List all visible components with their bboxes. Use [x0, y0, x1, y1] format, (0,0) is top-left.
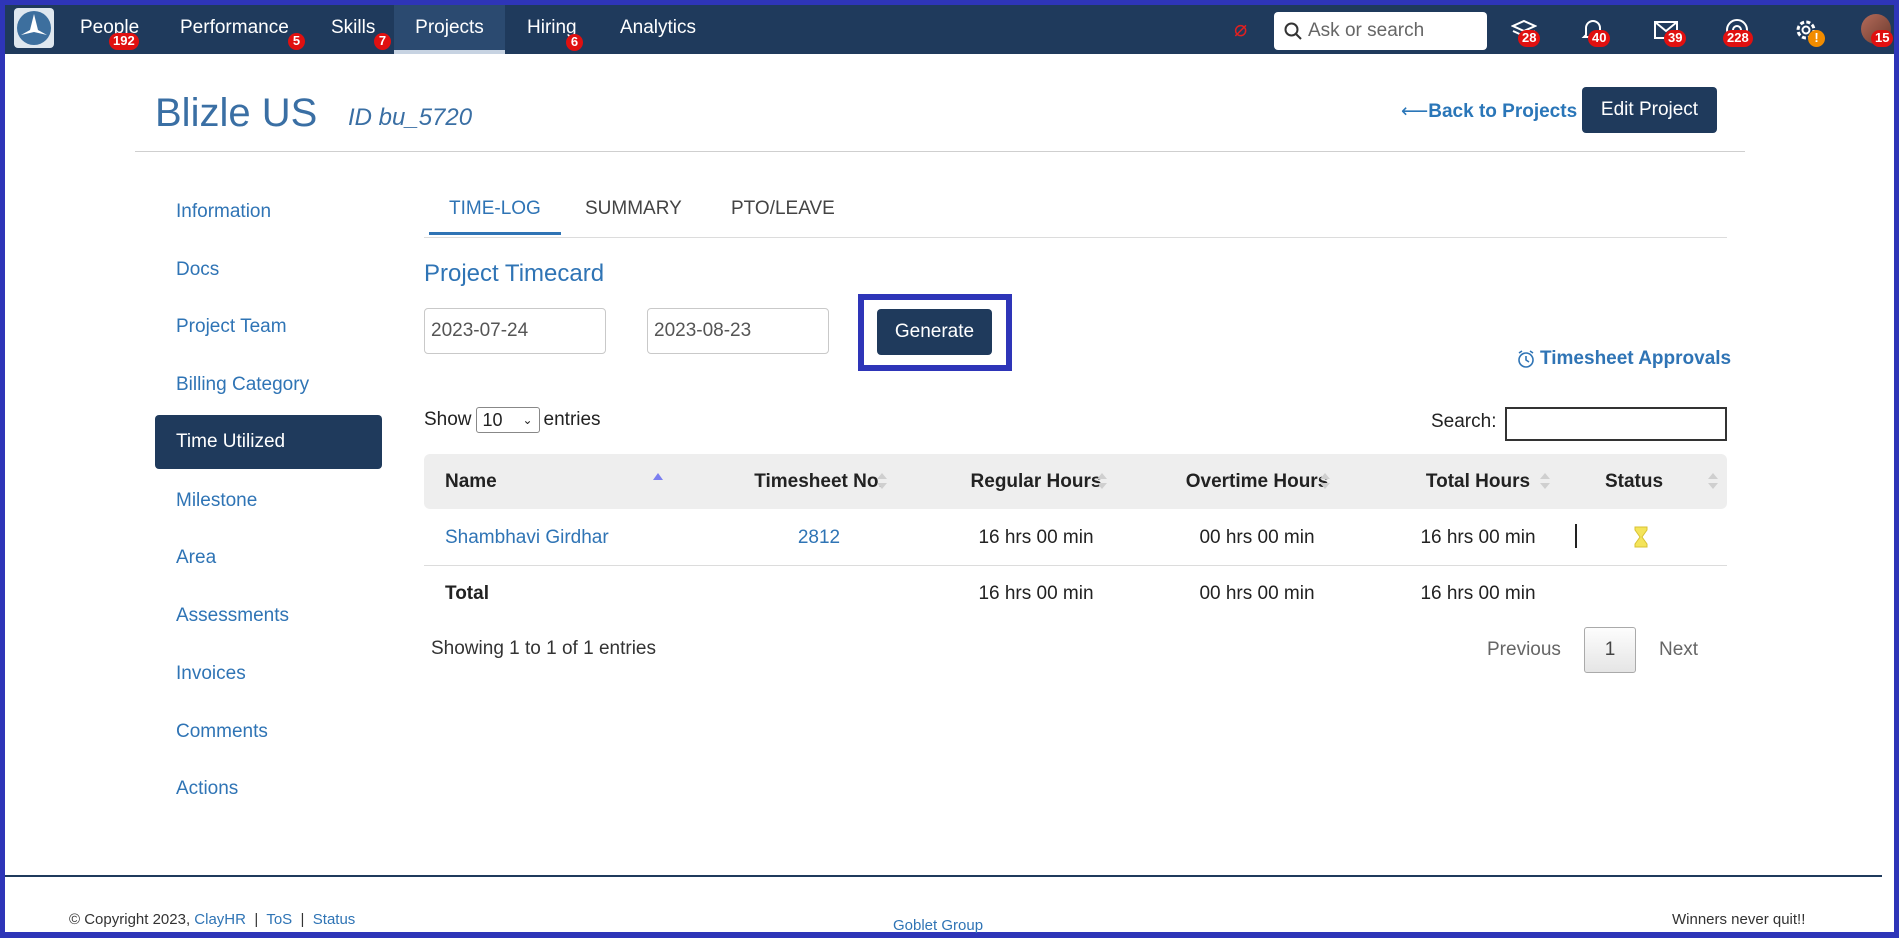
alarm-clock-icon — [1518, 350, 1534, 368]
column-header-name[interactable]: Name — [445, 454, 497, 509]
sidebar-item-project-team[interactable]: Project Team — [155, 300, 382, 354]
overtime-hours-cell: 00 hrs 00 min — [1199, 527, 1315, 548]
generate-button[interactable]: Generate — [877, 309, 992, 355]
back-arrow-icon: ⟵ — [1401, 101, 1429, 122]
total-regular-hours: 16 hrs 00 min — [978, 583, 1094, 604]
sort-both-icon — [1097, 473, 1107, 489]
mail-count-badge: 39 — [1664, 30, 1687, 47]
page-size-select[interactable]: 10 ⌄ — [475, 407, 540, 433]
timer-off-icon[interactable]: ⌀ — [1234, 18, 1247, 40]
company-link[interactable]: ClayHR — [194, 911, 246, 928]
status-link[interactable]: Status — [313, 911, 356, 928]
chevron-down-icon: ⌄ — [522, 413, 533, 427]
app-logo-icon[interactable] — [14, 8, 54, 48]
sidebar-item-time-utilized[interactable]: Time Utilized — [155, 415, 382, 469]
entries-length-control: Show 10 ⌄ entries — [424, 407, 601, 433]
column-header-status[interactable]: Status — [1534, 454, 1734, 509]
nav-skills[interactable]: Skills — [325, 5, 381, 54]
global-search-input[interactable]: Ask or search — [1274, 12, 1487, 50]
tab-summary[interactable]: SUMMARY — [565, 185, 702, 235]
footer-tagline: Winners never quit!! — [1672, 911, 1806, 928]
table-info-text: Showing 1 to 1 of 1 entries — [431, 638, 656, 659]
footer-divider — [5, 875, 1882, 877]
project-title: Blizle US — [155, 91, 318, 135]
top-nav-bar: People 192 Performance 5 Skills 7 Projec… — [5, 5, 1894, 54]
employee-name-link[interactable]: Shambhavi Girdhar — [445, 527, 609, 549]
start-date-input[interactable]: 2023-07-24 — [424, 308, 606, 354]
nav-analytics[interactable]: Analytics — [614, 5, 702, 54]
sort-both-icon — [1320, 473, 1330, 489]
table-header: Name Timesheet No. Regular Hours Overtim… — [424, 454, 1727, 509]
status-divider — [1575, 524, 1577, 548]
tabs-divider — [424, 237, 1727, 238]
sort-both-icon — [1708, 473, 1718, 489]
timesheet-number-link[interactable]: 2812 — [719, 527, 919, 549]
timesheet-approvals-link[interactable]: Timesheet Approvals — [1516, 348, 1731, 370]
hiring-count-badge: 6 — [566, 34, 583, 51]
notification-count-badge: 40 — [1588, 30, 1611, 47]
sidebar-item-area[interactable]: Area — [155, 531, 382, 585]
sort-asc-icon — [653, 473, 663, 480]
sidebar-item-comments[interactable]: Comments — [155, 705, 382, 759]
back-to-projects-link[interactable]: ⟵Back to Projects — [1401, 100, 1577, 123]
end-date-input[interactable]: 2023-08-23 — [647, 308, 829, 354]
support-count-badge: 228 — [1723, 30, 1753, 47]
sidebar-item-assessments[interactable]: Assessments — [155, 589, 382, 643]
column-header-timesheet-no[interactable]: Timesheet No. — [719, 454, 919, 509]
header-divider — [135, 151, 1745, 152]
pagination-page-1-button[interactable]: 1 — [1584, 627, 1636, 673]
search-icon — [1284, 22, 1302, 40]
table-search-label: Search: — [1431, 411, 1497, 432]
avatar-count-badge: 15 — [1871, 30, 1894, 47]
section-title: Project Timecard — [424, 260, 605, 287]
sidebar-item-milestone[interactable]: Milestone — [155, 474, 382, 528]
sidebar-item-information[interactable]: Information — [155, 185, 382, 239]
edit-project-button[interactable]: Edit Project — [1582, 87, 1717, 133]
footer-copyright: © Copyright 2023, ClayHR | ToS | Status — [69, 911, 356, 928]
goblet-group-link[interactable]: Goblet Group — [893, 917, 983, 934]
skills-count-badge: 7 — [374, 33, 391, 50]
sidebar-item-actions[interactable]: Actions — [155, 762, 382, 816]
total-overtime-hours: 00 hrs 00 min — [1199, 583, 1315, 604]
settings-alert-badge: ! — [1808, 30, 1825, 47]
performance-count-badge: 5 — [288, 33, 305, 50]
table-search-input[interactable] — [1505, 407, 1727, 441]
pagination-next-button[interactable]: Next — [1659, 639, 1698, 661]
sidebar-item-invoices[interactable]: Invoices — [155, 647, 382, 701]
total-total-hours: 16 hrs 00 min — [1420, 583, 1536, 604]
sidebar-item-billing-category[interactable]: Billing Category — [155, 358, 382, 412]
tab-pto-leave[interactable]: PTO/LEAVE — [711, 185, 855, 235]
tab-time-log[interactable]: TIME-LOG — [429, 185, 561, 235]
sidebar-item-docs[interactable]: Docs — [155, 243, 382, 297]
app-window: People 192 Performance 5 Skills 7 Projec… — [5, 5, 1894, 934]
tos-link[interactable]: ToS — [266, 911, 292, 928]
row-divider — [424, 565, 1727, 566]
regular-hours-cell: 16 hrs 00 min — [978, 527, 1094, 548]
people-count-badge: 192 — [109, 33, 139, 50]
nav-projects[interactable]: Projects — [394, 5, 505, 54]
pagination-previous-button[interactable]: Previous — [1487, 639, 1561, 661]
stack-count-badge: 28 — [1518, 30, 1541, 47]
hourglass-pending-icon — [1634, 526, 1648, 548]
total-hours-cell: 16 hrs 00 min — [1420, 527, 1536, 548]
sort-both-icon — [877, 473, 887, 489]
project-id: ID bu_5720 — [348, 104, 473, 131]
nav-performance[interactable]: Performance — [174, 5, 295, 54]
total-label: Total — [445, 583, 489, 604]
